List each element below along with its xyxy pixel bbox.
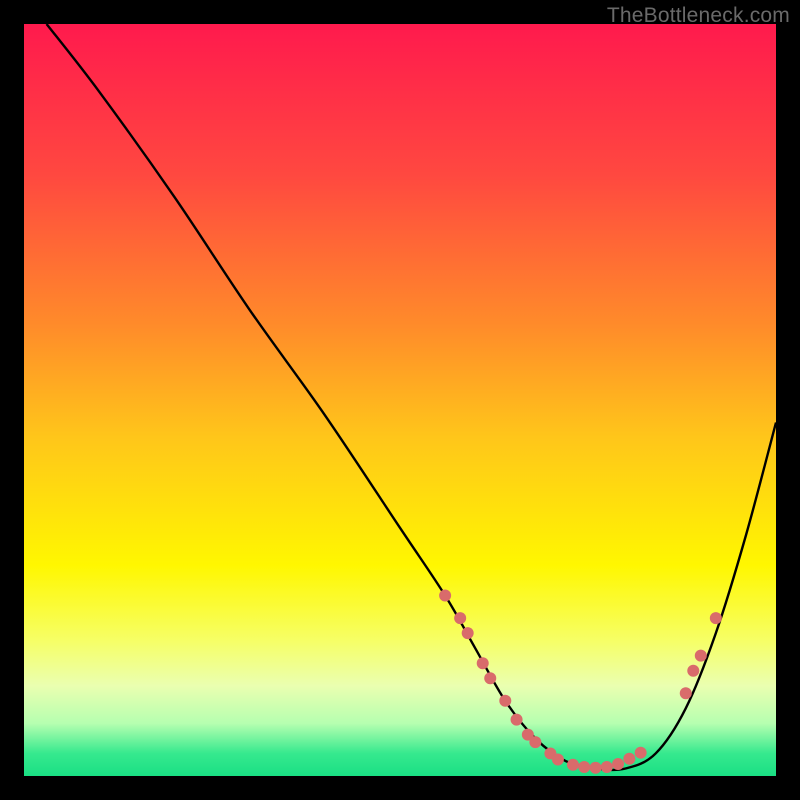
- chart-background: [24, 24, 776, 776]
- chart-svg: [24, 24, 776, 776]
- highlight-dot: [635, 747, 647, 759]
- highlight-dot: [499, 695, 511, 707]
- chart-stage: TheBottleneck.com: [0, 0, 800, 800]
- highlight-dot: [567, 759, 579, 771]
- highlight-dot: [552, 753, 564, 765]
- highlight-dot: [484, 672, 496, 684]
- highlight-dot: [590, 762, 602, 774]
- highlight-dot: [710, 612, 722, 624]
- highlight-dot: [695, 650, 707, 662]
- highlight-dot: [687, 665, 699, 677]
- highlight-dot: [439, 590, 451, 602]
- highlight-dot: [578, 761, 590, 773]
- highlight-dot: [462, 627, 474, 639]
- highlight-dot: [511, 714, 523, 726]
- highlight-dot: [454, 612, 466, 624]
- highlight-dot: [612, 758, 624, 770]
- highlight-dot: [623, 753, 635, 765]
- highlight-dot: [529, 736, 541, 748]
- highlight-dot: [601, 761, 613, 773]
- chart-plot-area: [24, 24, 776, 776]
- highlight-dot: [680, 687, 692, 699]
- highlight-dot: [477, 657, 489, 669]
